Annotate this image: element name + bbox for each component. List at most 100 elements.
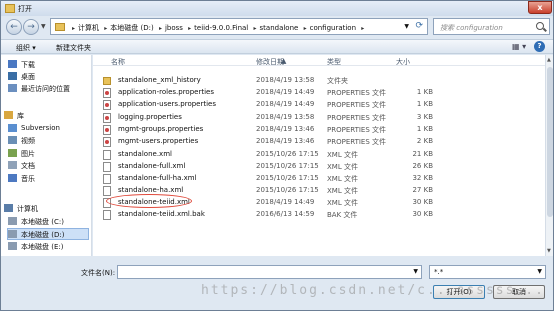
close-button[interactable]: x bbox=[528, 1, 552, 14]
drive-icon bbox=[8, 230, 17, 238]
sidebar-item-label: 桌面 bbox=[21, 73, 35, 81]
pictures-icon bbox=[8, 149, 17, 157]
file-name: application-users.properties bbox=[118, 100, 216, 108]
file-date: 2018/4/19 13:58 bbox=[256, 76, 315, 84]
chevron-down-icon[interactable]: ▼ bbox=[537, 268, 542, 275]
breadcrumb-item[interactable]: teiid-9.0.0.Final bbox=[194, 24, 248, 32]
file-row[interactable]: standalone-full-ha.xml 2015/10/26 17:15 … bbox=[103, 173, 443, 185]
sidebar-item-label: 音乐 bbox=[21, 175, 35, 183]
desktop-icon bbox=[8, 72, 17, 80]
sidebar-item-label: 图片 bbox=[21, 150, 35, 158]
file-type: PROPERTIES 文件 bbox=[327, 101, 387, 109]
breadcrumb-item[interactable]: configuration bbox=[310, 24, 356, 32]
sidebar-item-drive-d[interactable]: 本地磁盘 (D:) bbox=[7, 228, 89, 240]
column-header-size[interactable]: 大小 bbox=[396, 57, 410, 67]
folder-icon bbox=[55, 23, 65, 31]
sidebar-item-libraries[interactable]: 库 bbox=[4, 110, 88, 122]
drive-icon bbox=[8, 217, 17, 225]
sidebar-item-drive-c[interactable]: 本地磁盘 (C:) bbox=[8, 216, 88, 228]
file-row[interactable]: application-users.properties 2018/4/19 1… bbox=[103, 99, 443, 111]
file-name: standalone-full.xml bbox=[118, 162, 186, 170]
filename-input[interactable]: ▼ bbox=[117, 265, 422, 279]
file-row[interactable]: application-roles.properties 2018/4/19 1… bbox=[103, 87, 443, 99]
file-type-select[interactable]: *.* ▼ bbox=[429, 265, 546, 279]
file-row[interactable]: standalone_xml_history 2018/4/19 13:58 文… bbox=[103, 75, 443, 87]
scroll-up-icon[interactable]: ▲ bbox=[547, 57, 551, 63]
file-date: 2018/4/19 14:49 bbox=[256, 88, 315, 96]
sidebar-item-recent[interactable]: 最近访问的位置 bbox=[8, 83, 88, 95]
file-row[interactable]: standalone-full.xml 2015/10/26 17:15 XML… bbox=[103, 161, 443, 173]
file-row[interactable]: standalone.xml 2015/10/26 17:15 XML 文件 2… bbox=[103, 149, 443, 161]
file-size: 1 KB bbox=[416, 88, 433, 96]
file-name: standalone-ha.xml bbox=[118, 186, 184, 194]
xml-file-icon bbox=[103, 162, 111, 172]
column-header-name[interactable]: 名称 bbox=[111, 57, 125, 67]
refresh-icon[interactable]: ⟳ bbox=[415, 21, 423, 31]
file-row[interactable]: logging.properties 2018/4/19 13:58 PROPE… bbox=[103, 112, 443, 124]
column-header-type[interactable]: 类型 bbox=[327, 57, 341, 67]
xml-file-icon bbox=[103, 174, 111, 184]
drive-icon bbox=[8, 242, 17, 250]
organize-button[interactable]: 组织 ▾ bbox=[16, 43, 36, 53]
file-date: 2015/10/26 17:15 bbox=[256, 186, 319, 194]
sidebar-item-music[interactable]: 音乐 bbox=[8, 173, 88, 185]
music-icon bbox=[8, 174, 17, 182]
file-row[interactable]: mgmt-groups.properties 2018/4/19 13:46 P… bbox=[103, 124, 443, 136]
file-row[interactable]: mgmt-users.properties 2018/4/19 13:46 PR… bbox=[103, 136, 443, 148]
bak-file-icon bbox=[103, 210, 111, 220]
file-type: XML 文件 bbox=[327, 187, 358, 195]
vertical-scrollbar[interactable]: ▲ ▼ bbox=[545, 55, 553, 256]
forward-button[interactable]: → bbox=[23, 19, 39, 35]
file-size: 26 KB bbox=[412, 162, 433, 170]
back-button[interactable]: ← bbox=[6, 19, 22, 35]
file-date: 2016/6/13 14:59 bbox=[256, 210, 315, 218]
library-icon bbox=[4, 111, 13, 119]
chevron-down-icon[interactable]: ▼ bbox=[404, 23, 409, 30]
navigation-pane: 下载 桌面 最近访问的位置 库 Subversion 视频 图片 文档 音乐 计… bbox=[1, 55, 92, 256]
chevron-down-icon[interactable]: ▼ bbox=[413, 268, 418, 275]
sidebar-item-label: 库 bbox=[17, 112, 24, 120]
file-type: PROPERTIES 文件 bbox=[327, 114, 387, 122]
file-type: PROPERTIES 文件 bbox=[327, 126, 387, 134]
column-header-date[interactable]: 修改日期 bbox=[256, 57, 284, 67]
download-folder-icon bbox=[8, 60, 17, 68]
sidebar-item-desktop[interactable]: 桌面 bbox=[8, 71, 88, 83]
breadcrumb-item[interactable]: standalone bbox=[260, 24, 299, 32]
new-folder-button[interactable]: 新建文件夹 bbox=[56, 43, 91, 53]
breadcrumb-item[interactable]: jboss bbox=[165, 24, 183, 32]
file-size: 27 KB bbox=[412, 186, 433, 194]
scroll-down-icon[interactable]: ▼ bbox=[547, 248, 551, 254]
file-date: 2018/4/19 14:49 bbox=[256, 100, 315, 108]
file-size: 21 KB bbox=[412, 150, 433, 158]
search-input[interactable]: 搜索 configuration bbox=[433, 18, 550, 35]
address-bar[interactable]: ▸ 计算机 ▸ 本地磁盘 (D:) ▸ jboss ▸ teiid-9.0.0.Fina… bbox=[50, 18, 428, 35]
sidebar-item-computer[interactable]: 计算机 bbox=[4, 203, 88, 215]
chevron-down-icon[interactable]: ▼ bbox=[41, 23, 46, 30]
file-type: XML 文件 bbox=[327, 151, 358, 159]
subversion-icon bbox=[8, 124, 17, 132]
sidebar-item-pictures[interactable]: 图片 bbox=[8, 148, 88, 160]
help-icon[interactable]: ? bbox=[534, 41, 545, 52]
sidebar-item-videos[interactable]: 视频 bbox=[8, 135, 88, 147]
view-options-icon[interactable]: ▦ ▾ bbox=[512, 42, 526, 51]
sidebar-item-subversion[interactable]: Subversion bbox=[8, 123, 88, 135]
sidebar-item-drive-e[interactable]: 本地磁盘 (E:) bbox=[8, 241, 88, 253]
watermark-text: https://blog.csdn.net/c...ssssss... bbox=[201, 283, 545, 298]
properties-file-icon bbox=[103, 88, 111, 98]
sidebar-item-downloads[interactable]: 下载 bbox=[8, 59, 88, 71]
file-row[interactable]: standalone-teiid.xml.bak 2016/6/13 14:59… bbox=[103, 209, 443, 221]
breadcrumb-item[interactable]: 本地磁盘 (D:) bbox=[110, 24, 153, 32]
file-date: 2018/4/19 13:46 bbox=[256, 137, 315, 145]
sidebar-item-label: 最近访问的位置 bbox=[21, 85, 70, 93]
file-type: XML 文件 bbox=[327, 175, 358, 183]
sidebar-item-label: 本地磁盘 (C:) bbox=[21, 218, 64, 226]
scrollbar-thumb[interactable] bbox=[547, 67, 553, 217]
documents-icon bbox=[8, 161, 17, 169]
breadcrumb-item[interactable]: 计算机 bbox=[78, 24, 99, 32]
file-date: 2018/4/19 14:49 bbox=[256, 198, 315, 206]
breadcrumb: ▸ 计算机 ▸ 本地磁盘 (D:) ▸ jboss ▸ teiid-9.0.0.Fina… bbox=[72, 24, 365, 32]
file-date: 2015/10/26 17:15 bbox=[256, 162, 319, 170]
file-size: 1 KB bbox=[416, 125, 433, 133]
sidebar-item-label: 视频 bbox=[21, 137, 35, 145]
sidebar-item-documents[interactable]: 文档 bbox=[8, 160, 88, 172]
